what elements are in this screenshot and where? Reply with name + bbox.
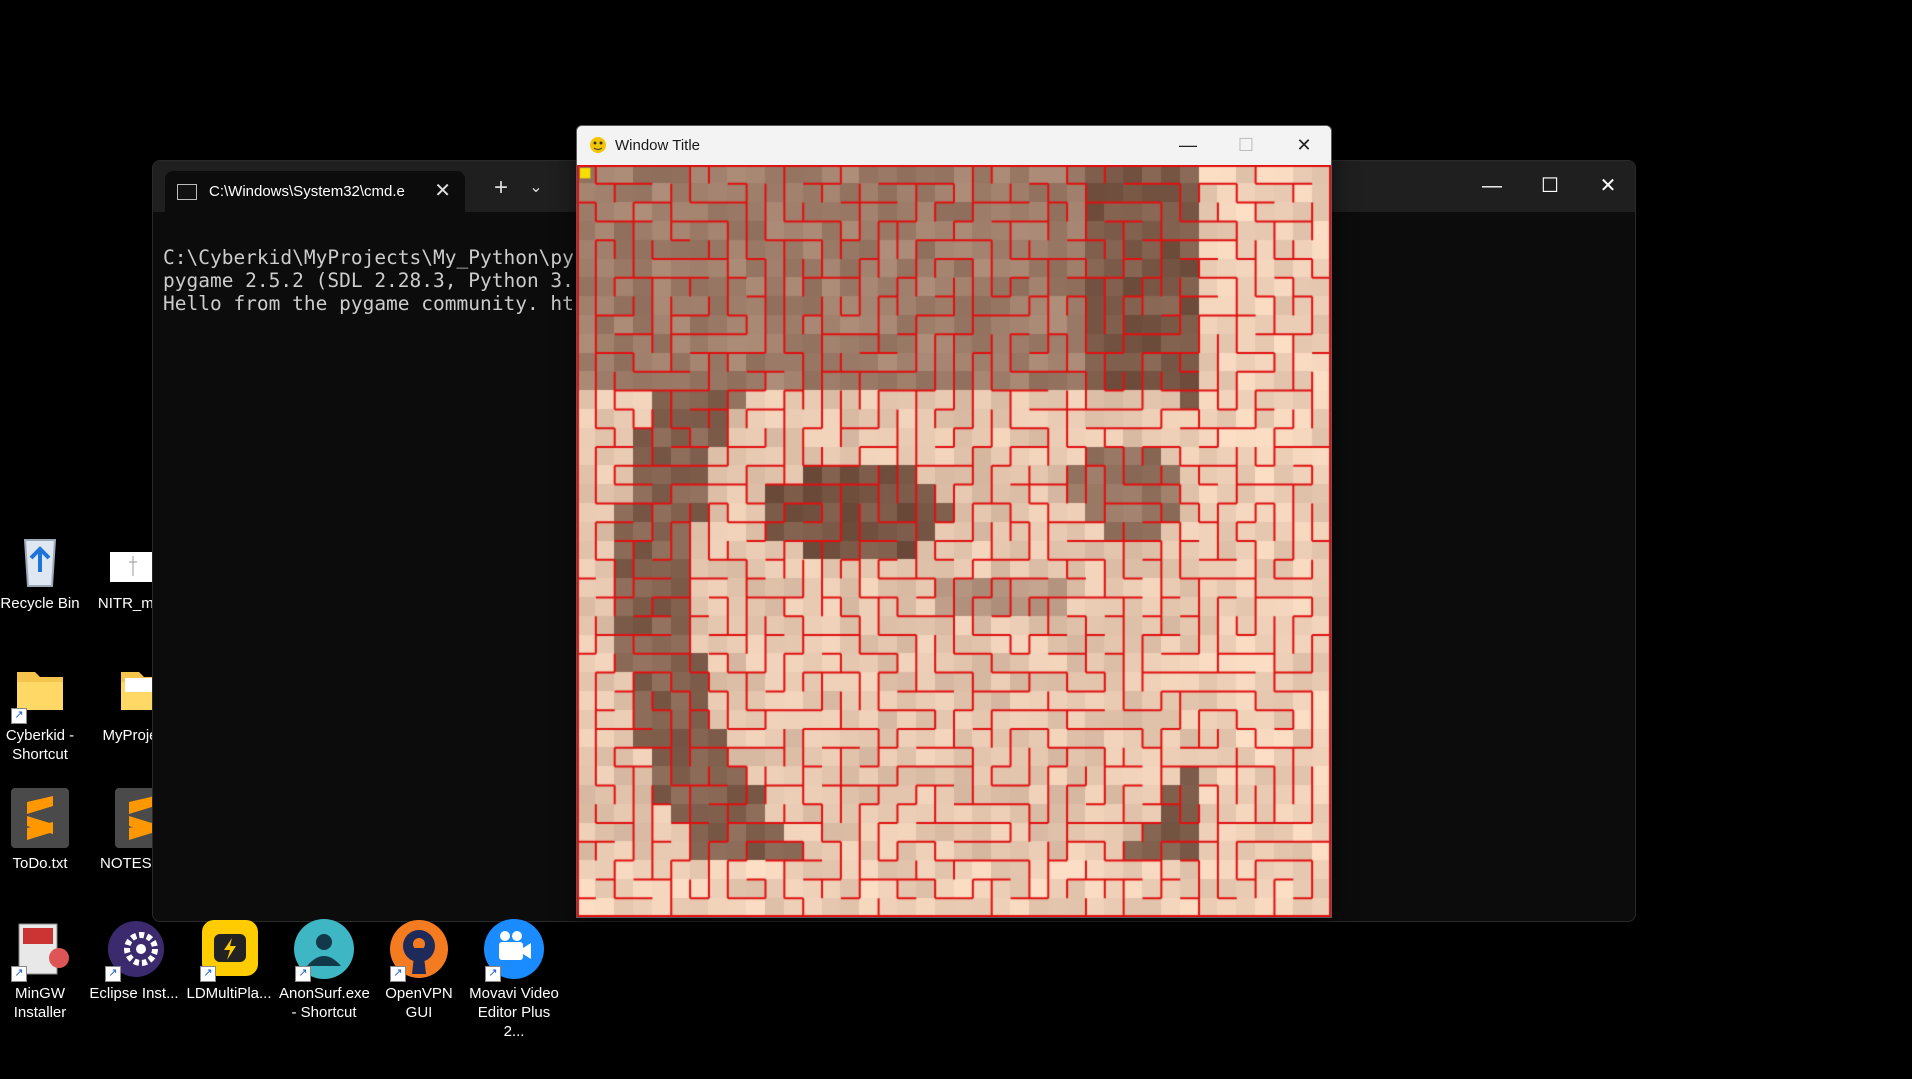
sublime-text-icon — [9, 788, 71, 850]
desktop-icon-label: Recycle Bin — [0, 595, 80, 612]
desktop-icon-label: Cyberkid - Shortcut — [5, 727, 75, 763]
terminal-tab-title: C:\Windows\System32\cmd.e — [209, 183, 405, 200]
anonsurf-icon: ↗ — [293, 918, 355, 982]
movavi-icon: ↗ — [483, 918, 545, 982]
maze-canvas[interactable] — [577, 165, 1331, 917]
desktop-icon-label: LDMultiPla... — [186, 985, 272, 1002]
ldplayer-icon: ↗ — [198, 918, 260, 982]
new-tab-button[interactable]: + — [483, 171, 519, 205]
tab-dropdown-button[interactable]: ⌄ — [521, 173, 551, 203]
desktop-icon-ldmultiplayer[interactable]: ↗ LDMultiPla... — [184, 918, 274, 1003]
pygame-maximize-button[interactable]: ☐ — [1217, 126, 1275, 165]
desktop-icon-todo[interactable]: ToDo.txt — [0, 788, 85, 873]
openvpn-icon: ↗ — [388, 918, 450, 982]
desktop-icon-eclipse[interactable]: ↗ Eclipse Inst... — [89, 918, 179, 1003]
close-tab-icon[interactable]: ✕ — [434, 171, 451, 212]
window-title: Window Title — [615, 137, 701, 154]
eclipse-installer-icon: ↗ — [103, 918, 165, 982]
desktop-icon-label: AnonSurf.exe - Shortcut — [279, 985, 370, 1021]
terminal-minimize-button[interactable]: — — [1463, 161, 1521, 211]
desktop-icon-label: MinGW Installer — [13, 985, 67, 1021]
terminal-tab[interactable]: C:\Windows\System32\cmd.e ✕ — [165, 171, 465, 212]
recycle-bin-icon — [9, 528, 71, 590]
desktop-icon-openvpn[interactable]: ↗ OpenVPN GUI — [374, 918, 464, 1022]
terminal-maximize-button[interactable]: ☐ — [1521, 161, 1579, 211]
shortcut-arrow-icon: ↗ — [390, 966, 406, 982]
pygame-close-button[interactable]: ✕ — [1275, 126, 1331, 165]
cmd-icon — [177, 184, 197, 200]
shortcut-arrow-icon: ↗ — [200, 966, 216, 982]
shortcut-arrow-icon: ↗ — [295, 966, 311, 982]
desktop-icon-label: Eclipse Inst... — [89, 985, 179, 1002]
desktop-icon-anonsurf[interactable]: ↗ AnonSurf.exe - Shortcut — [279, 918, 370, 1022]
desktop-icon-label: OpenVPN GUI — [385, 985, 453, 1021]
desktop-icon-label: Movavi Video Editor Plus 2... — [469, 985, 559, 1040]
pygame-snake-icon — [590, 137, 606, 153]
shortcut-arrow-icon: ↗ — [11, 966, 27, 982]
installer-icon: ↗ — [9, 918, 71, 982]
pygame-minimize-button[interactable]: — — [1159, 126, 1217, 165]
desktop-icon-movavi[interactable]: ↗ Movavi Video Editor Plus 2... — [469, 918, 559, 1041]
folder-icon: ↗ — [9, 660, 71, 724]
desktop-icon-mingw[interactable]: ↗ MinGW Installer — [0, 918, 85, 1022]
desktop-icon-cyberkid-shortcut[interactable]: ↗ Cyberkid - Shortcut — [0, 660, 85, 764]
desktop-icon-recycle-bin[interactable]: Recycle Bin — [0, 528, 85, 613]
shortcut-arrow-icon: ↗ — [11, 708, 27, 724]
shortcut-arrow-icon: ↗ — [105, 966, 121, 982]
pygame-window[interactable]: Window Title — ☐ ✕ — [576, 125, 1332, 918]
terminal-close-button[interactable]: ✕ — [1579, 161, 1635, 211]
desktop-icon-label: ToDo.txt — [12, 855, 68, 872]
shortcut-arrow-icon: ↗ — [485, 966, 501, 982]
pygame-title-bar[interactable]: Window Title — ☐ ✕ — [577, 126, 1331, 165]
